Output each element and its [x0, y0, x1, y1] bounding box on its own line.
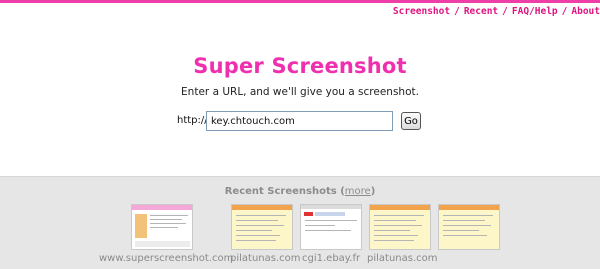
thumbnail-caption[interactable]: pilatunas.com [367, 253, 438, 264]
nav-link-about[interactable]: About [571, 6, 600, 17]
thumbnail-text-line [374, 225, 422, 226]
thumbnail-text-line [443, 225, 491, 226]
recent-screenshots-heading: Recent Screenshots (more) [224, 186, 376, 197]
nav-separator: / [502, 6, 508, 17]
thumbnail-text-line [305, 220, 357, 221]
thumbnail-caption[interactable]: www.superscreenshot.com [99, 253, 233, 264]
go-button[interactable]: Go [401, 112, 421, 130]
screenshot-thumbnail[interactable] [131, 204, 193, 250]
thumbnail-graphic [315, 212, 345, 216]
thumbnail-text-line [443, 220, 485, 221]
thumbnail-header-strip [439, 205, 499, 210]
thumbnail-text-line [305, 230, 351, 231]
thumbnail-caption[interactable]: pilatunas.com [230, 253, 301, 264]
nav-link-faq-help[interactable]: FAQ/Help [512, 6, 558, 17]
thumbnail-header-strip [232, 205, 292, 210]
thumbnail-header-strip [370, 205, 430, 210]
nav-separator: / [454, 6, 460, 17]
thumbnail-text-line [150, 227, 178, 228]
thumbnail-text-line [374, 230, 410, 231]
screenshot-thumbnail[interactable] [369, 204, 431, 250]
nav-link-recent[interactable]: Recent [464, 6, 498, 17]
top-navigation: Screenshot / Recent / FAQ/Help / About [393, 6, 600, 20]
thumbnail-text-line [236, 220, 278, 221]
thumbnail-graphic [135, 214, 147, 238]
thumbnail-text-line [443, 230, 479, 231]
top-accent-bar [0, 0, 600, 3]
thumbnail-text-line [374, 240, 414, 241]
thumbnail-text-line [374, 215, 424, 216]
thumbnail-text-line [374, 220, 416, 221]
more-link[interactable]: more [345, 186, 371, 197]
thumbnail-footer-strip [135, 241, 190, 247]
url-prefix-label: http:// [177, 115, 208, 126]
site-logo[interactable]: Super Screenshot [0, 54, 600, 78]
url-input[interactable] [206, 111, 393, 131]
thumbnail-text-line [236, 225, 284, 226]
thumbnail-header-strip [132, 205, 192, 210]
recent-screenshots-panel: Recent Screenshots (more) www.superscree… [0, 176, 600, 269]
tagline: Enter a URL, and we'll give you a screen… [181, 86, 419, 98]
thumbnail-text-line [150, 223, 186, 224]
thumbnail-text-line [150, 215, 188, 216]
thumbnail-text-line [236, 215, 286, 216]
thumbnail-graphic [304, 212, 313, 216]
thumbnail-text-line [305, 225, 335, 226]
thumbnail-text-line [374, 235, 418, 236]
nav-separator: / [561, 6, 568, 17]
thumbnail-caption[interactable]: cgi1.ebay.fr [302, 253, 360, 264]
screenshot-thumbnail[interactable] [300, 204, 362, 250]
thumbnail-text-line [236, 230, 272, 231]
nav-link-screenshot[interactable]: Screenshot [393, 6, 450, 17]
thumbnail-text-line [443, 235, 487, 236]
screenshot-thumbnail[interactable] [438, 204, 500, 250]
thumbnail-text-line [236, 235, 280, 236]
thumbnail-header-strip [301, 205, 361, 209]
thumbnail-text-line [150, 219, 182, 220]
screenshot-thumbnail[interactable] [231, 204, 293, 250]
recent-screenshots-title: Recent Screenshots [224, 186, 337, 197]
thumbnail-text-line [443, 215, 493, 216]
thumbnail-text-line [236, 240, 276, 241]
